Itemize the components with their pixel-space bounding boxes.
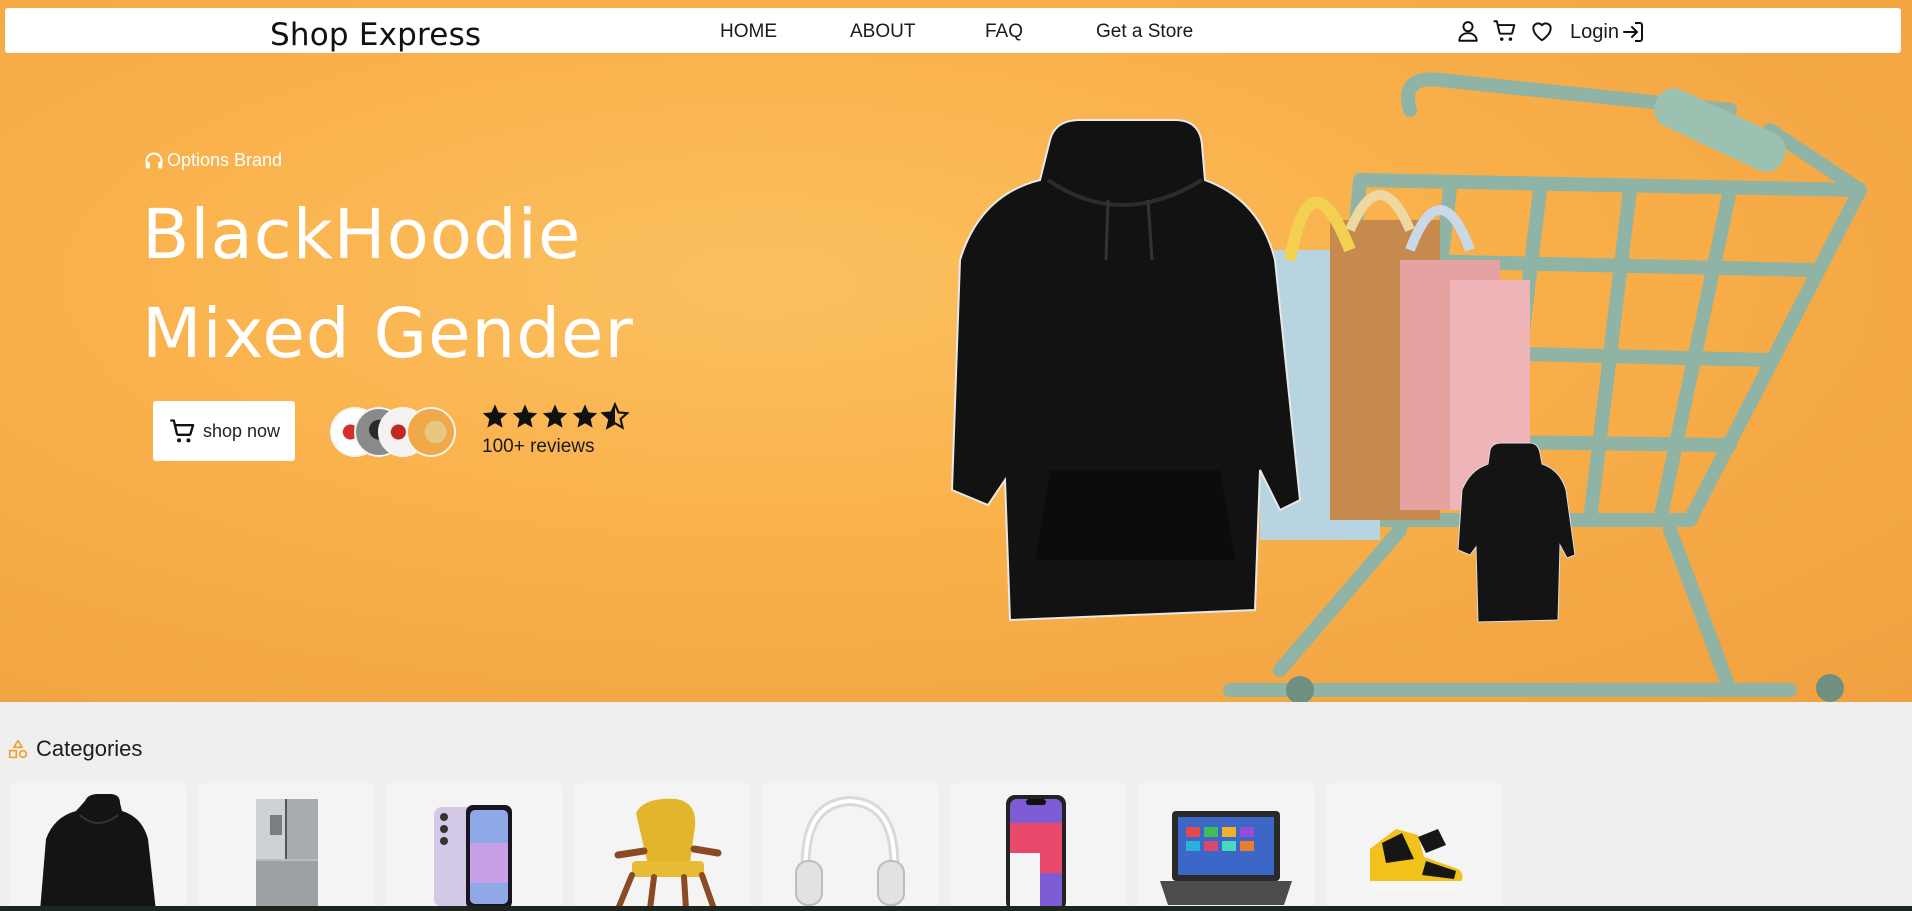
headphones-icon bbox=[795, 795, 905, 906]
laptop-icon bbox=[1160, 811, 1292, 905]
rating-stars bbox=[481, 402, 629, 430]
category-card-iphone[interactable] bbox=[950, 783, 1127, 911]
categories-heading: Categories bbox=[8, 736, 142, 762]
category-card-armchair[interactable] bbox=[574, 783, 751, 911]
hero-banner: Options Brand BlackHoodie Mixed Gender s… bbox=[0, 0, 1912, 702]
hero-headline-line1: BlackHoodie bbox=[142, 195, 582, 275]
site-logo[interactable]: Shop Express bbox=[270, 17, 481, 53]
category-card-refrigerator[interactable] bbox=[198, 783, 375, 911]
iphone-icon bbox=[1006, 795, 1066, 911]
nav-faq[interactable]: FAQ bbox=[985, 21, 1023, 43]
nav-about[interactable]: ABOUT bbox=[850, 21, 915, 43]
categories-title: Categories bbox=[36, 736, 143, 761]
star-half-icon bbox=[601, 402, 629, 430]
hoodie-icon bbox=[40, 794, 156, 911]
shapes-icon bbox=[8, 739, 28, 759]
heart-icon[interactable] bbox=[1529, 18, 1555, 44]
cart-icon bbox=[170, 419, 195, 443]
login-label: Login bbox=[1570, 20, 1619, 43]
brand-tagline: Options Brand bbox=[144, 150, 282, 171]
hero-product-image bbox=[950, 72, 1867, 702]
refrigerator-icon bbox=[256, 799, 318, 911]
cart-icon[interactable] bbox=[1492, 18, 1518, 44]
category-card-hoodie[interactable] bbox=[10, 783, 187, 911]
category-card-headphones[interactable] bbox=[762, 783, 939, 911]
star-icon bbox=[542, 404, 568, 428]
login-icon bbox=[1622, 22, 1643, 42]
armchair-icon bbox=[614, 798, 722, 911]
tagline-text: Options Brand bbox=[167, 150, 283, 170]
nav-get-a-store[interactable]: Get a Store bbox=[1096, 21, 1193, 43]
login-button[interactable]: Login bbox=[1570, 20, 1645, 44]
user-icon[interactable] bbox=[1455, 18, 1481, 44]
star-icon bbox=[482, 404, 508, 428]
shop-now-label: shop now bbox=[202, 420, 281, 441]
page-bottom-strip bbox=[0, 906, 1912, 911]
sneaker-icon bbox=[1368, 829, 1464, 891]
nav-home[interactable]: HOME bbox=[720, 21, 777, 43]
category-card-phone[interactable] bbox=[386, 783, 563, 911]
reviews-count: 100+ reviews bbox=[482, 436, 595, 457]
headphones-icon bbox=[145, 152, 163, 168]
phone-icon bbox=[434, 805, 512, 909]
shop-now-button[interactable]: shop now bbox=[153, 401, 295, 461]
hero-headline-line2: Mixed Gender bbox=[142, 294, 634, 374]
top-navbar: Shop Express HOME ABOUT FAQ Get a Store … bbox=[5, 8, 1901, 53]
avatar bbox=[406, 407, 456, 457]
star-icon bbox=[512, 404, 538, 428]
reviewer-avatars bbox=[330, 407, 460, 457]
star-icon bbox=[572, 404, 598, 428]
category-card-laptop[interactable] bbox=[1138, 783, 1315, 911]
category-card-sneaker[interactable] bbox=[1326, 783, 1503, 911]
